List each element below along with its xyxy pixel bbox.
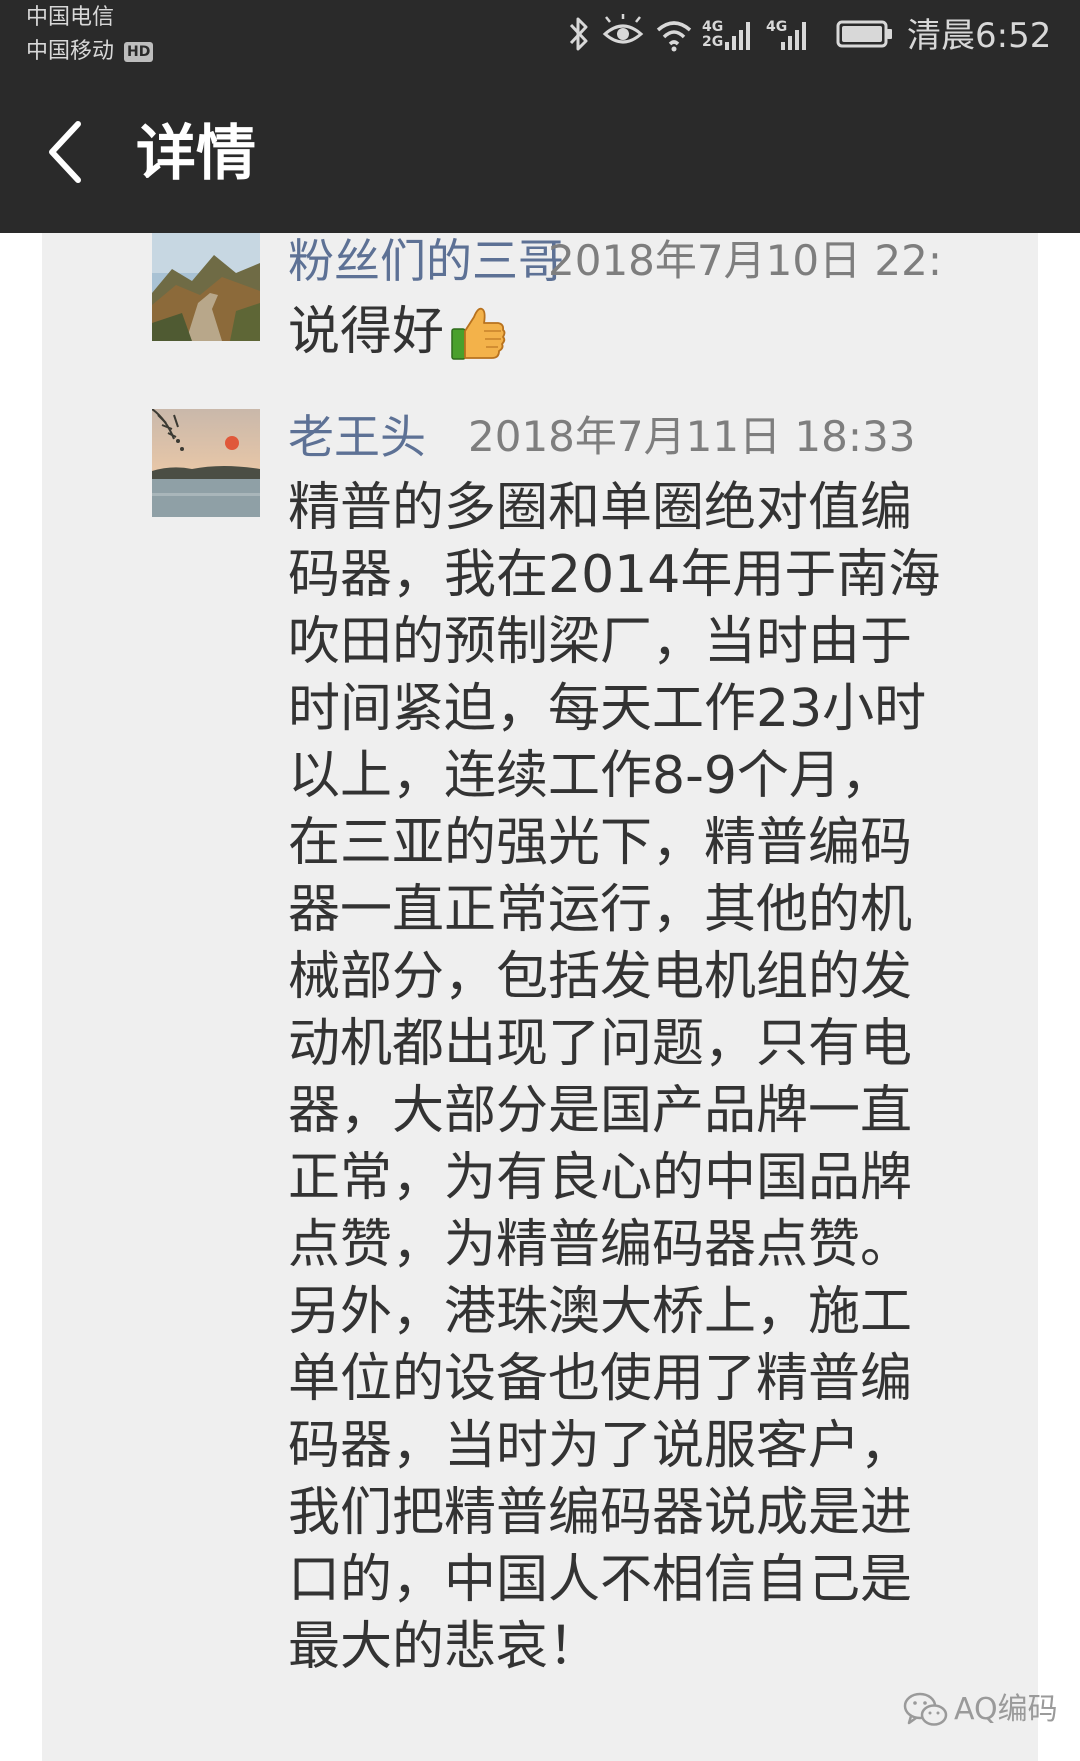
sunset-photo-icon <box>152 409 260 517</box>
comment-header: 粉丝们的三哥 2018年7月10日 22: <box>42 233 1002 353</box>
back-button[interactable] <box>40 114 100 190</box>
carrier-1-label: 中国电信 <box>26 5 115 30</box>
timestamp: 2018年7月11日 18:33 <box>468 412 916 461</box>
bluetooth-icon <box>569 17 588 51</box>
wechat-icon <box>903 1692 948 1726</box>
status-clock: 清晨6:52 <box>907 16 1052 56</box>
nickname[interactable]: 老王头 <box>288 409 426 465</box>
network-type-label: 4G <box>702 19 724 35</box>
network-type-label: 2G <box>702 34 724 50</box>
comment-item: 老王头 2018年7月11日 18:33 精普的多圈和单圈绝对值编 码器，我在2… <box>42 409 1038 1761</box>
signal-icon <box>725 22 750 50</box>
chevron-left-icon <box>49 121 81 183</box>
top-bar: 中国电信 中国移动 HD 4G 2G 4G 清晨6:52 详情 <box>0 0 1080 233</box>
timestamp: 2018年7月10日 22: <box>548 236 942 285</box>
comment-item: 粉丝们的三哥 2018年7月10日 22: 说得好 <box>42 233 1038 393</box>
nickname[interactable]: 粉丝们的三哥 <box>288 233 564 289</box>
comment-text: 精普的多圈和单圈绝对值编 码器，我在2014年用于南海 吹田的预制梁厂，当时由于… <box>288 478 941 1677</box>
avatar[interactable] <box>152 409 260 517</box>
thumbs-up-icon <box>448 303 508 380</box>
page-title: 详情 <box>136 119 256 189</box>
comment-list: 粉丝们的三哥 2018年7月10日 22: 说得好 老王头 2018年7月11日… <box>42 233 1038 1761</box>
comment-text-content: 说得好 <box>288 302 445 362</box>
carrier-2-label: 中国移动 <box>26 39 115 64</box>
eye-icon <box>602 14 644 44</box>
wifi-icon <box>656 21 692 52</box>
comment-text: 说得好 <box>288 299 508 380</box>
signal-icon <box>781 22 806 50</box>
battery-icon <box>836 20 892 48</box>
hd-badge: HD <box>124 42 154 62</box>
watermark-text: AQ编码 <box>954 1692 1058 1727</box>
